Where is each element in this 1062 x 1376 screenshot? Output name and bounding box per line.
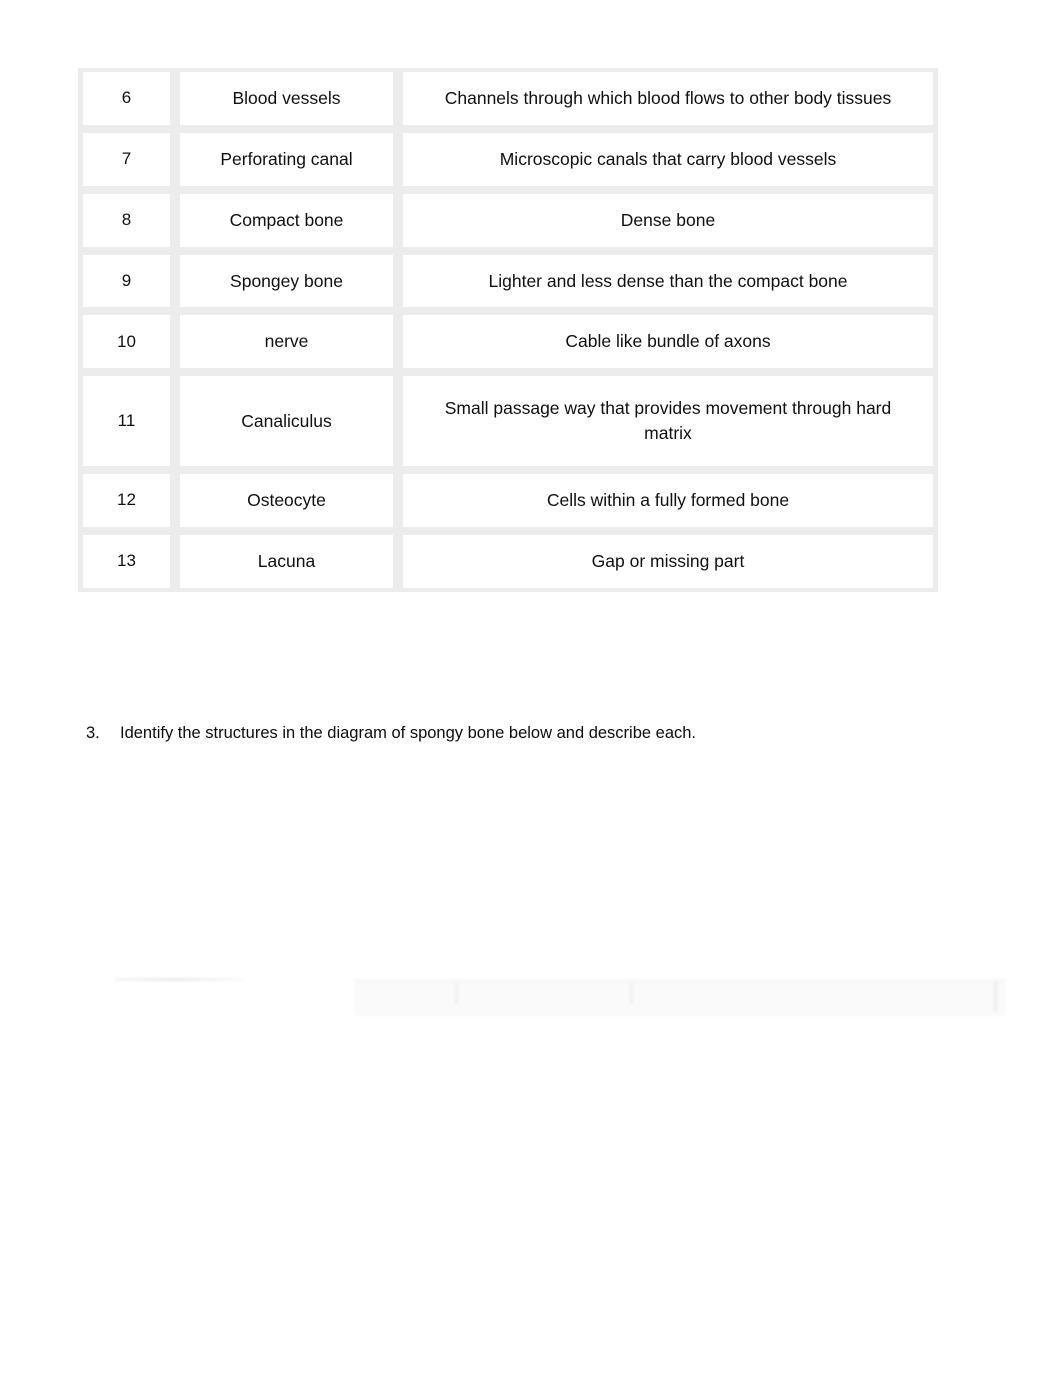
bone-structures-table-wrapper: 6 Blood vessels Channels through which b… [78,68,938,592]
table-row: 11 Canaliculus Small passage way that pr… [78,372,938,470]
row-description-cell: Cells within a fully formed bone [398,469,938,531]
row-description-cell: Microscopic canals that carry blood vess… [398,128,938,190]
row-number-cell: 12 [78,469,175,531]
row-term-cell: Spongey bone [175,250,398,312]
row-number-cell: 10 [78,311,175,373]
row-number-cell: 9 [78,250,175,312]
table-row: 9 Spongey bone Lighter and less dense th… [78,250,938,312]
table-row: 6 Blood vessels Channels through which b… [78,68,938,129]
diagram-edge-artifact-tick [455,982,458,1004]
row-description-cell: Cable like bundle of axons [398,311,938,373]
diagram-edge-artifact-block [355,980,1005,1016]
row-description-cell: Small passage way that provides movement… [398,372,938,470]
row-number-cell: 7 [78,128,175,190]
table-row: 13 Lacuna Gap or missing part [78,530,938,592]
row-term-cell: Blood vessels [175,68,398,129]
diagram-edge-artifact-tick [994,982,997,1012]
document-page: 6 Blood vessels Channels through which b… [0,0,1062,1376]
table-row: 8 Compact bone Dense bone [78,189,938,251]
instruction-number: 3. [86,724,100,742]
instruction-text: Identify the structures in the diagram o… [120,724,697,742]
table-body: 6 Blood vessels Channels through which b… [78,68,938,592]
bone-structures-table: 6 Blood vessels Channels through which b… [78,68,938,592]
row-number-cell: 13 [78,530,175,592]
row-number-cell: 6 [78,68,175,129]
table-row: 10 nerve Cable like bundle of axons [78,311,938,373]
row-description-cell: Channels through which blood flows to ot… [398,68,938,129]
row-term-cell: Perforating canal [175,128,398,190]
row-description-cell: Lighter and less dense than the compact … [398,250,938,312]
row-description-cell: Dense bone [398,189,938,251]
diagram-edge-artifact-left [115,978,245,981]
row-number-cell: 11 [78,372,175,470]
instruction-list-item: 3. Identify the structures in the diagra… [86,722,966,745]
spongy-bone-diagram-area [110,770,1010,1030]
row-term-cell: Lacuna [175,530,398,592]
row-term-cell: Osteocyte [175,469,398,531]
row-number-cell: 8 [78,189,175,251]
row-term-cell: nerve [175,311,398,373]
row-description-cell: Gap or missing part [398,530,938,592]
row-term-cell: Compact bone [175,189,398,251]
diagram-edge-artifact-tick [630,982,633,1004]
row-term-cell: Canaliculus [175,372,398,470]
table-row: 12 Osteocyte Cells within a fully formed… [78,469,938,531]
table-row: 7 Perforating canal Microscopic canals t… [78,128,938,190]
